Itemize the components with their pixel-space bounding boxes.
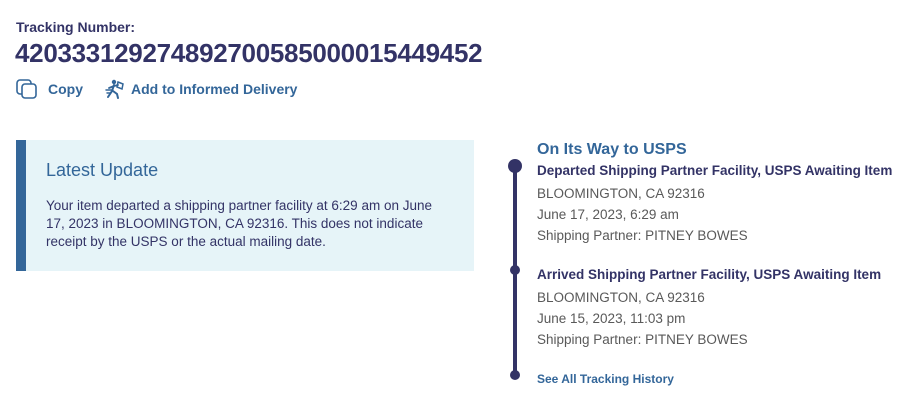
mail-carrier-icon [105, 79, 125, 99]
event-title: Arrived Shipping Partner Facility, USPS … [537, 267, 882, 282]
copy-label: Copy [48, 81, 83, 97]
timeline-dot-current [508, 159, 522, 173]
event-partner: Shipping Partner: PITNEY BOWES [537, 332, 748, 347]
timeline-dot [510, 265, 520, 275]
latest-update-text: Your item departed a shipping partner fa… [46, 198, 432, 249]
copy-icon [16, 79, 38, 99]
event-location: BLOOMINGTON, CA 92316 [537, 186, 705, 201]
tracking-event: Arrived Shipping Partner Facility, USPS … [537, 266, 881, 350]
tracking-actions: Copy Add to Informed Delivery [16, 79, 297, 99]
see-all-tracking-history-link[interactable]: See All Tracking History [537, 372, 674, 386]
event-datetime: June 17, 2023, 6:29 am [537, 207, 679, 222]
copy-button[interactable]: Copy [16, 79, 83, 99]
timeline-dot-end [510, 370, 520, 380]
status-heading: On Its Way to USPS [537, 141, 687, 158]
latest-update-heading: Latest Update [46, 160, 159, 180]
event-partner: Shipping Partner: PITNEY BOWES [537, 228, 748, 243]
add-to-informed-delivery-button[interactable]: Add to Informed Delivery [105, 79, 297, 99]
event-datetime: June 15, 2023, 11:03 pm [537, 311, 686, 326]
tracking-event: Departed Shipping Partner Facility, USPS… [537, 162, 892, 246]
event-title: Departed Shipping Partner Facility, USPS… [537, 163, 893, 178]
tracking-number-label: Tracking Number: [16, 19, 136, 35]
tracking-number: 420333129274892700585000015449452 [15, 38, 483, 68]
latest-update-panel: Latest Update Your item departed a shipp… [16, 140, 474, 271]
event-location: BLOOMINGTON, CA 92316 [537, 290, 705, 305]
add-to-informed-delivery-label: Add to Informed Delivery [131, 81, 298, 97]
